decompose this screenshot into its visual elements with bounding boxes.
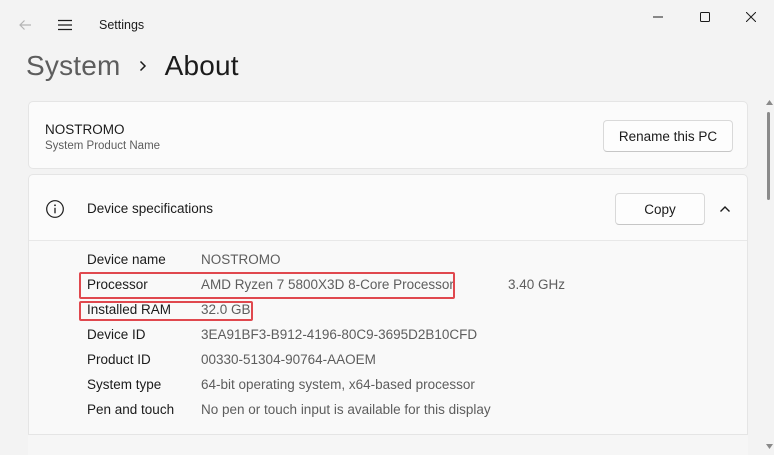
device-specifications-header[interactable]: Device specifications Copy bbox=[29, 175, 747, 241]
breadcrumb-system-link[interactable]: System bbox=[26, 50, 121, 82]
app-title: Settings bbox=[99, 18, 145, 32]
pc-name-card: NOSTROMO System Product Name Rename this… bbox=[28, 101, 748, 169]
processor-highlight-box bbox=[79, 272, 455, 299]
spec-row-system-type: System type 64-bit operating system, x64… bbox=[29, 374, 747, 396]
rename-pc-button[interactable]: Rename this PC bbox=[603, 120, 733, 152]
ram-highlight-box bbox=[79, 301, 253, 321]
maximize-button[interactable] bbox=[681, 0, 729, 34]
title-bar: Settings bbox=[0, 0, 774, 48]
next-card bbox=[28, 434, 748, 455]
spec-row-device-name: Device name NOSTROMO bbox=[29, 249, 747, 271]
copy-button[interactable]: Copy bbox=[615, 193, 705, 225]
chevron-up-icon bbox=[720, 206, 730, 212]
breadcrumb-separator bbox=[121, 60, 165, 72]
pc-product-name: System Product Name bbox=[45, 140, 161, 152]
scrollbar-thumb[interactable] bbox=[767, 112, 770, 200]
device-specifications-list: Device name NOSTROMO Processor AMD Ryzen… bbox=[29, 241, 747, 435]
page-title: About bbox=[164, 50, 239, 81]
pc-name: NOSTROMO bbox=[45, 122, 125, 137]
minimize-icon bbox=[653, 16, 663, 18]
collapse-button[interactable] bbox=[715, 199, 735, 219]
scroll-up-arrow[interactable] bbox=[765, 98, 773, 106]
back-button[interactable] bbox=[12, 12, 38, 38]
close-icon bbox=[746, 12, 756, 22]
spec-value: 3EA91BF3-B912-4196-80C9-3695D2B10CFD bbox=[201, 327, 478, 342]
scroll-down-arrow[interactable] bbox=[765, 442, 773, 450]
device-specifications-title: Device specifications bbox=[87, 201, 214, 216]
minimize-button[interactable] bbox=[634, 0, 682, 34]
processor-speed: 3.40 GHz bbox=[508, 277, 566, 292]
spec-label: System type bbox=[87, 377, 162, 392]
breadcrumb: System About bbox=[26, 46, 239, 86]
close-button[interactable] bbox=[727, 0, 774, 34]
spec-row-device-id: Device ID 3EA91BF3-B912-4196-80C9-3695D2… bbox=[29, 324, 747, 346]
maximize-icon bbox=[700, 12, 710, 22]
chevron-right-icon bbox=[139, 60, 146, 72]
spec-label: Device name bbox=[87, 252, 166, 267]
scroll-down-icon bbox=[765, 443, 773, 449]
spec-row-pen-and-touch: Pen and touch No pen or touch input is a… bbox=[29, 399, 747, 421]
spec-value: 64-bit operating system, x64-based proce… bbox=[201, 377, 475, 392]
scroll-up-icon bbox=[765, 99, 773, 105]
spec-label: Product ID bbox=[87, 352, 151, 367]
spec-row-product-id: Product ID 00330-51304-90764-AAOEM bbox=[29, 349, 747, 371]
spec-value: 00330-51304-90764-AAOEM bbox=[201, 352, 376, 367]
hamburger-menu-icon bbox=[58, 19, 72, 31]
spec-value: NOSTROMO bbox=[201, 252, 281, 267]
spec-label: Device ID bbox=[87, 327, 146, 342]
navigation-menu-button[interactable] bbox=[52, 12, 78, 38]
info-icon bbox=[46, 200, 64, 218]
back-arrow-icon bbox=[19, 20, 31, 30]
spec-value: No pen or touch input is available for t… bbox=[201, 402, 491, 417]
spec-label: Pen and touch bbox=[87, 402, 175, 417]
